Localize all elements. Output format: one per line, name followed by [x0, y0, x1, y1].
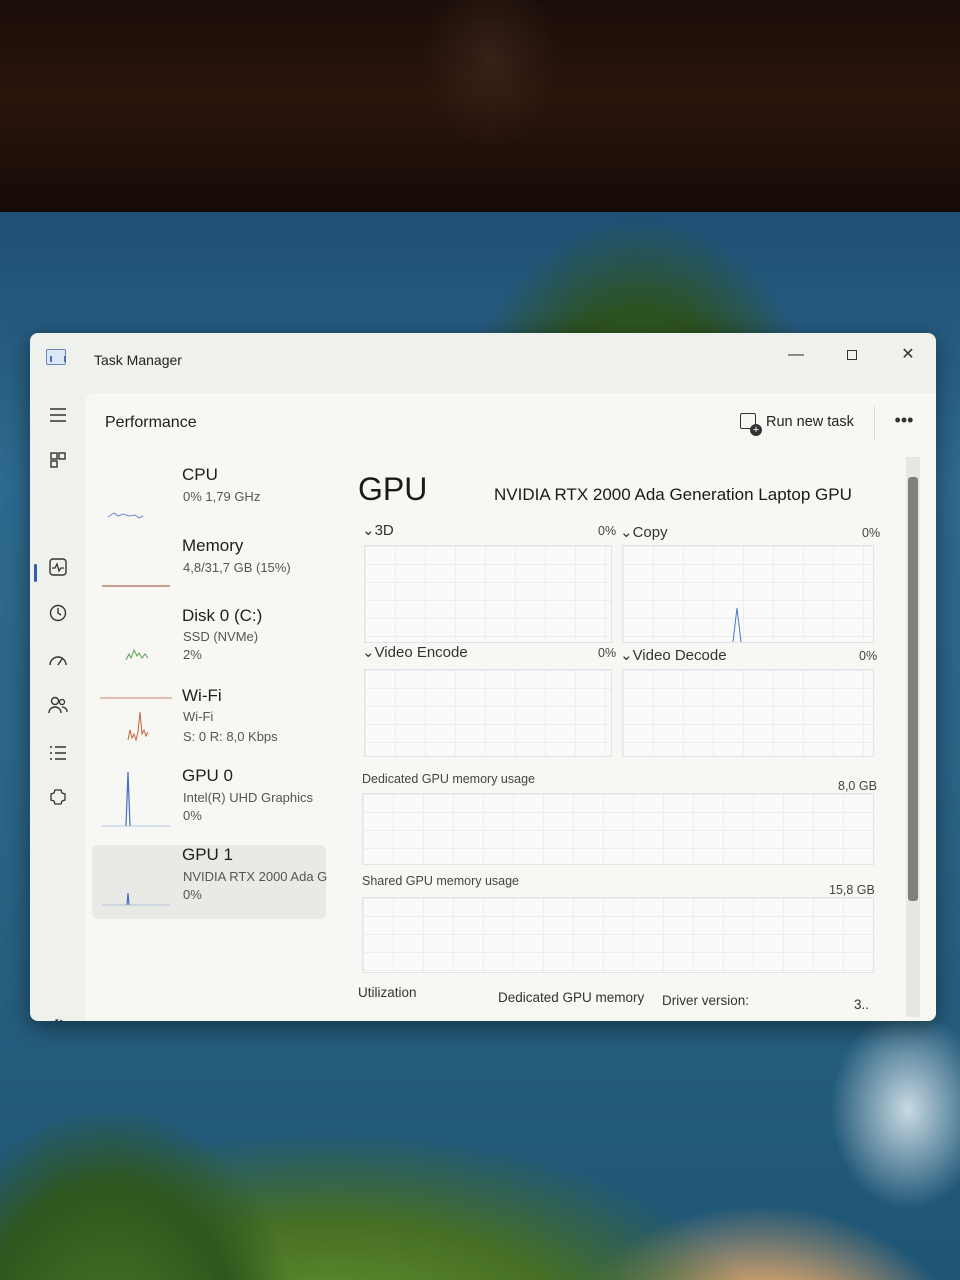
engine-label: Video Decode	[632, 647, 727, 664]
users-icon[interactable]	[44, 695, 72, 723]
header-divider	[874, 406, 875, 440]
device-name: Disk 0 (C:)	[182, 606, 263, 625]
device-stat: Wi-Fi	[183, 709, 214, 724]
shared-memory-label: Shared GPU memory usage	[362, 874, 520, 888]
engine-label: Copy	[632, 524, 668, 541]
engine-label: 3D	[374, 522, 394, 539]
disk-sparkline	[125, 648, 149, 661]
engine-video-encode-percent: 0%	[598, 646, 617, 660]
details-icon[interactable]	[44, 741, 72, 769]
device-list: CPU 0% 1,79 GHz Memory 4,8/31,7 GB (15%)…	[86, 457, 330, 1017]
device-stat: 0%	[183, 808, 202, 823]
task-manager-window: Task Manager — ✕ Performance + Run new t…	[30, 333, 936, 1021]
pane-header: Performance Run new task •••	[86, 393, 936, 451]
device-stat: NVIDIA RTX 2000 Ada G	[183, 869, 328, 884]
gpu-model-name: NVIDIA RTX 2000 Ada Generation Laptop GP…	[494, 485, 852, 504]
device-name: CPU	[182, 465, 218, 484]
more-options-button[interactable]: •••	[889, 408, 919, 436]
wallpaper-surf	[830, 1010, 960, 1210]
hamburger-icon[interactable]	[44, 403, 72, 431]
engine-copy-dropdown[interactable]: ⌄Copy	[620, 523, 668, 541]
shared-memory-max: 15,8 GB	[829, 883, 875, 897]
window-title: Task Manager	[94, 352, 182, 368]
engine-3d-graph	[364, 545, 612, 643]
device-stat: Intel(R) UHD Graphics	[183, 790, 314, 805]
title-bar[interactable]: Task Manager — ✕	[30, 333, 936, 391]
device-stat: S: 0 R: 8,0 Kbps	[183, 729, 278, 744]
wifi-sparkline	[100, 697, 172, 742]
dedicated-memory-label: Dedicated GPU memory usage	[362, 772, 535, 786]
engine-video-encode-graph	[364, 669, 612, 757]
cpu-sparkline	[107, 512, 144, 519]
engine-copy-percent: 0%	[862, 526, 881, 540]
dedicated-memory-stat-label: Dedicated GPU memory	[498, 990, 645, 1005]
startup-apps-icon[interactable]	[44, 649, 72, 677]
device-cpu[interactable]: CPU 0% 1,79 GHz	[92, 465, 326, 539]
device-memory[interactable]: Memory 4,8/31,7 GB (15%)	[92, 536, 326, 610]
scrollbar-thumb[interactable]	[908, 477, 918, 901]
nav-rail	[30, 391, 86, 1021]
engine-video-encode-dropdown[interactable]: ⌄Video Encode	[362, 643, 468, 661]
engine-3d-percent: 0%	[598, 524, 617, 538]
device-stat: 4,8/31,7 GB (15%)	[183, 560, 291, 575]
engine-3d-dropdown[interactable]: ⌄3D	[362, 521, 394, 539]
device-name: GPU 1	[182, 845, 234, 864]
engine-label: Video Encode	[374, 644, 468, 661]
device-stat: 2%	[183, 647, 202, 662]
nav-active-indicator	[34, 564, 37, 582]
device-name: Wi-Fi	[182, 686, 222, 705]
run-new-task-button[interactable]: Run new task	[740, 413, 854, 437]
device-stat: 0%	[183, 887, 202, 902]
device-name: GPU 0	[182, 766, 234, 785]
device-stat: SSD (NVMe)	[183, 629, 259, 644]
screen-glare	[420, 0, 560, 150]
utilization-label: Utilization	[358, 985, 417, 1000]
dedicated-memory-graph	[362, 793, 874, 865]
run-new-task-label: Run new task	[766, 414, 854, 430]
dedicated-memory-max: 8,0 GB	[838, 779, 877, 793]
gpu-heading: GPU	[358, 471, 428, 507]
task-manager-app-icon	[46, 349, 66, 365]
maximize-button[interactable]	[830, 339, 874, 371]
minimize-button[interactable]: —	[774, 339, 818, 371]
performance-icon[interactable]	[44, 557, 72, 585]
device-wifi[interactable]: Wi-Fi Wi-Fi S: 0 R: 8,0 Kbps	[92, 686, 326, 760]
memory-sparkline	[102, 585, 170, 587]
shared-memory-graph	[362, 897, 874, 973]
engine-video-decode-dropdown[interactable]: ⌄Video Decode	[620, 646, 727, 664]
device-stat: 0% 1,79 GHz	[183, 489, 261, 504]
gpu-0-sparkline	[102, 772, 170, 827]
run-task-icon	[740, 413, 762, 436]
driver-version-label: Driver version:	[662, 993, 750, 1008]
engine-video-decode-graph	[622, 669, 874, 757]
device-gpu-1[interactable]: GPU 1 NVIDIA RTX 2000 Ada G 0%	[92, 845, 328, 919]
settings-icon[interactable]	[44, 1017, 72, 1021]
driver-version-value: 3..	[854, 997, 870, 1012]
processes-icon[interactable]	[44, 449, 72, 477]
performance-pane: Performance Run new task ••• CPU 0% 1,79…	[86, 393, 936, 1021]
device-disk[interactable]: Disk 0 (C:) SSD (NVMe) 2%	[92, 606, 326, 680]
page-title: Performance	[105, 414, 197, 431]
engine-video-decode-percent: 0%	[859, 649, 878, 663]
app-history-icon[interactable]	[44, 603, 72, 631]
engine-copy-graph	[622, 545, 874, 643]
gpu-1-sparkline	[102, 892, 170, 906]
maximize-icon	[847, 349, 857, 360]
device-name: Memory	[182, 536, 244, 555]
services-icon[interactable]	[44, 787, 72, 815]
close-button[interactable]: ✕	[886, 339, 930, 371]
device-gpu-0[interactable]: GPU 0 Intel(R) UHD Graphics 0%	[92, 766, 326, 840]
